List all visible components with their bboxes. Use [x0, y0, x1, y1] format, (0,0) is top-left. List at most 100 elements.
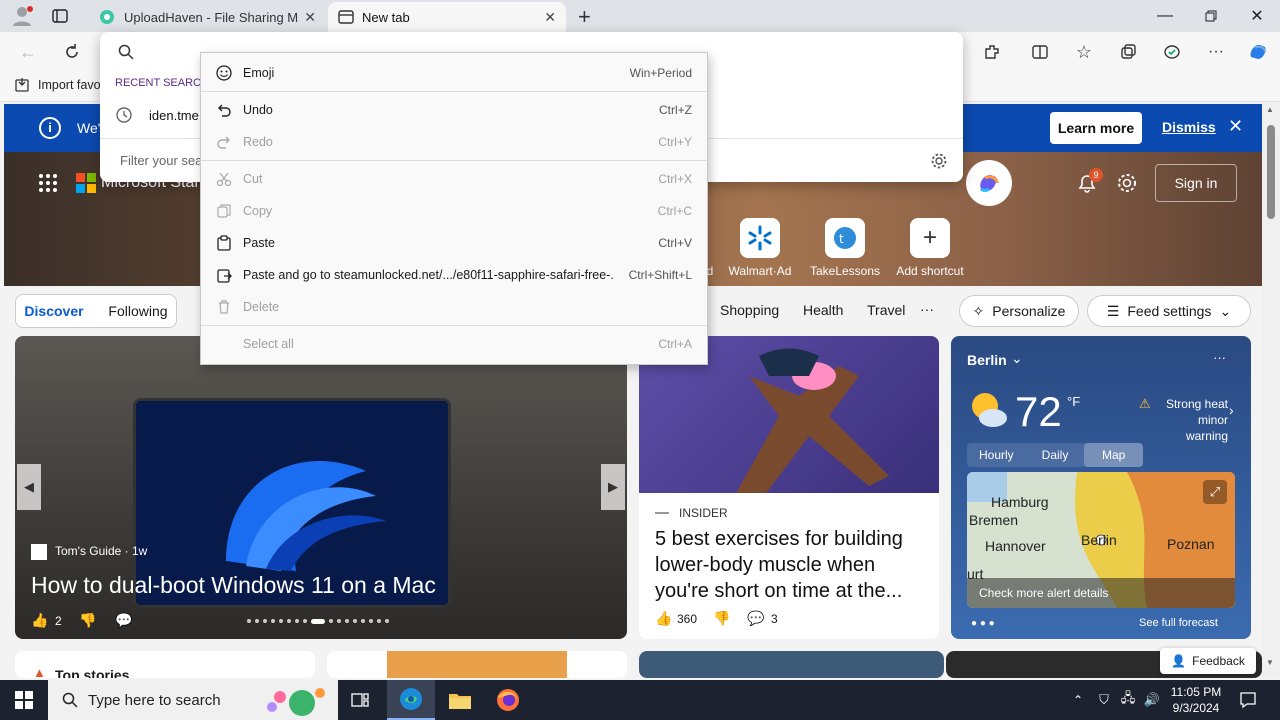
restore-button[interactable] — [1188, 0, 1234, 32]
menu-item-copy[interactable]: Copy Ctrl+C — [201, 195, 707, 227]
tab-daily[interactable]: Daily — [1026, 443, 1085, 467]
clock-time: 11:05 PM — [1170, 685, 1222, 699]
feed-settings-button[interactable]: ☰ Feed settings ⌄ — [1087, 295, 1251, 327]
tab-actions-icon[interactable] — [52, 8, 68, 24]
back-icon[interactable]: ← — [14, 40, 42, 64]
menu-item-delete[interactable]: Delete — [201, 291, 707, 323]
tab-new-tab[interactable]: New tab ✕ — [328, 2, 566, 32]
network-icon[interactable]: 🖧 — [1118, 680, 1138, 720]
microsoft-logo — [76, 173, 96, 193]
split-screen-icon[interactable] — [1026, 40, 1054, 64]
firefox-icon[interactable] — [486, 680, 530, 720]
weather-alert[interactable]: Strong heat minor warning — [1154, 396, 1228, 444]
comment-icon[interactable]: 💬 — [747, 610, 764, 627]
apps-grid-icon[interactable] — [38, 173, 58, 193]
expand-icon[interactable]: ⤢ — [1203, 480, 1227, 504]
hero-title[interactable]: How to dual-boot Windows 11 on a Mac — [31, 572, 436, 599]
dislike-icon[interactable]: 👎 — [79, 612, 96, 629]
hero-card[interactable]: ◀ Tom's Guide · 1w How to dual-boot Wind… — [15, 336, 627, 639]
sign-in-button[interactable]: Sign in — [1155, 164, 1237, 202]
carousel-prev-icon[interactable]: ◀ — [17, 464, 41, 510]
weather-map[interactable]: Hamburg Bremen Hannover Berlin Poznan ur… — [967, 472, 1235, 608]
alert-details-link[interactable]: Check more alert details — [967, 578, 1235, 608]
clock[interactable]: 11:05 PM 9/3/2024 — [1166, 684, 1226, 716]
category-shopping[interactable]: Shopping — [720, 302, 779, 318]
refresh-icon[interactable] — [58, 40, 86, 64]
scroll-thumb[interactable] — [1267, 125, 1275, 219]
article-title[interactable]: 5 best exercises for building lower-body… — [655, 526, 925, 604]
shortcut-walmart[interactable]: Walmart·Ad — [718, 218, 802, 278]
collections-icon[interactable] — [1114, 40, 1142, 64]
copilot-button[interactable] — [966, 160, 1012, 206]
menu-item-redo[interactable]: Redo Ctrl+Y — [201, 126, 707, 158]
scroll-down-icon[interactable]: ▼ — [1266, 658, 1274, 667]
import-favorites-link[interactable]: Import favo — [14, 77, 101, 93]
full-forecast-link[interactable]: See full forecast — [1139, 617, 1218, 629]
copilot-icon[interactable] — [1244, 40, 1272, 64]
page-scrollbar[interactable]: ▲ ▼ — [1262, 103, 1280, 678]
feedback-button[interactable]: 👤 Feedback — [1160, 648, 1256, 674]
menu-item-cut[interactable]: Cut Ctrl+X — [201, 163, 707, 195]
profile-icon[interactable] — [10, 5, 34, 27]
close-tab-icon[interactable]: ✕ — [304, 9, 316, 26]
scroll-up-icon[interactable]: ▲ — [1266, 105, 1274, 114]
favorites-icon[interactable]: ☆ — [1070, 40, 1098, 64]
close-tab-icon[interactable]: ✕ — [544, 9, 556, 26]
volume-icon[interactable]: 🔊 — [1142, 680, 1162, 720]
weather-city[interactable]: Berlin — [967, 352, 1007, 368]
menu-item-paste[interactable]: Paste Ctrl+V — [201, 227, 707, 259]
like-icon[interactable]: 👍 — [31, 612, 48, 629]
show-hidden-icons[interactable]: ⌃ — [1068, 680, 1088, 720]
info-icon: i — [39, 117, 61, 139]
weather-card[interactable]: Berlin ⌄ ··· 72 °F ⚠ Strong heat minor w… — [951, 336, 1251, 639]
menu-item-select-all[interactable]: Select all Ctrl+A — [201, 328, 707, 360]
tab-hourly[interactable]: Hourly — [967, 443, 1026, 467]
article-card-2[interactable] — [327, 651, 627, 678]
search-highlight-icon — [262, 683, 332, 717]
browser-essentials-icon[interactable] — [1158, 40, 1186, 64]
menu-item-emoji[interactable]: Emoji Win+Period — [201, 57, 707, 89]
article-card[interactable]: INSIDER 5 best exercises for building lo… — [639, 336, 939, 639]
edge-taskbar-icon[interactable] — [387, 680, 435, 720]
minimize-button[interactable]: — — [1142, 0, 1188, 32]
more-icon[interactable]: ··· — [1202, 40, 1230, 64]
category-travel[interactable]: Travel — [867, 302, 905, 318]
network-security-icon[interactable]: ⛉ — [1094, 680, 1114, 720]
more-options-icon[interactable]: ··· — [1213, 350, 1226, 365]
settings-gear-icon[interactable] — [1116, 172, 1138, 194]
chevron-right-icon[interactable]: › — [1229, 402, 1234, 418]
tab-discover[interactable]: Discover — [24, 303, 83, 319]
start-button[interactable] — [0, 680, 48, 720]
menu-item-paste-and-go[interactable]: Paste and go to steamunlocked.net/.../e8… — [201, 259, 707, 291]
tab-following[interactable]: Following — [108, 303, 167, 319]
article-card-3[interactable] — [639, 651, 944, 678]
article-source: INSIDER — [679, 506, 728, 520]
task-view-icon[interactable] — [340, 680, 380, 720]
map-label-hamburg: Hamburg — [991, 494, 1049, 510]
menu-item-undo[interactable]: Undo Ctrl+Z — [201, 94, 707, 126]
close-banner-icon[interactable]: ✕ — [1228, 116, 1243, 137]
dislike-icon[interactable]: 👎 — [713, 610, 730, 627]
shortcut-takelessons[interactable]: t TakeLessons — [803, 218, 887, 278]
carousel-next-icon[interactable]: ▶ — [601, 464, 625, 510]
add-shortcut-button[interactable]: + Add shortcut — [888, 218, 972, 278]
learn-more-button[interactable]: Learn more — [1050, 112, 1142, 144]
more-categories-icon[interactable]: ··· — [920, 301, 934, 317]
notification-center-icon[interactable] — [1236, 680, 1260, 720]
tab-uploadhaven[interactable]: UploadHaven - File Sharing Made Simple ✕ — [88, 2, 326, 32]
file-explorer-icon[interactable] — [438, 680, 482, 720]
filter-placeholder[interactable]: Filter your sea — [120, 153, 202, 168]
chevron-down-icon[interactable]: ⌄ — [1011, 350, 1023, 367]
personalize-button[interactable]: ✧ Personalize — [959, 295, 1079, 327]
category-health[interactable]: Health — [803, 302, 843, 318]
like-icon[interactable]: 👍 — [655, 610, 672, 627]
recent-search-item[interactable]: iden.tme — [149, 108, 199, 123]
dismiss-link[interactable]: Dismiss — [1162, 119, 1216, 135]
new-tab-button[interactable]: + — [578, 4, 598, 29]
extensions-icon[interactable] — [978, 40, 1006, 64]
close-window-button[interactable]: ✕ — [1234, 0, 1280, 32]
taskbar-search[interactable]: Type here to search — [48, 680, 338, 720]
settings-gear-icon[interactable] — [930, 152, 948, 170]
tab-map[interactable]: Map — [1084, 443, 1144, 467]
comment-icon[interactable]: 💬 — [115, 612, 132, 629]
